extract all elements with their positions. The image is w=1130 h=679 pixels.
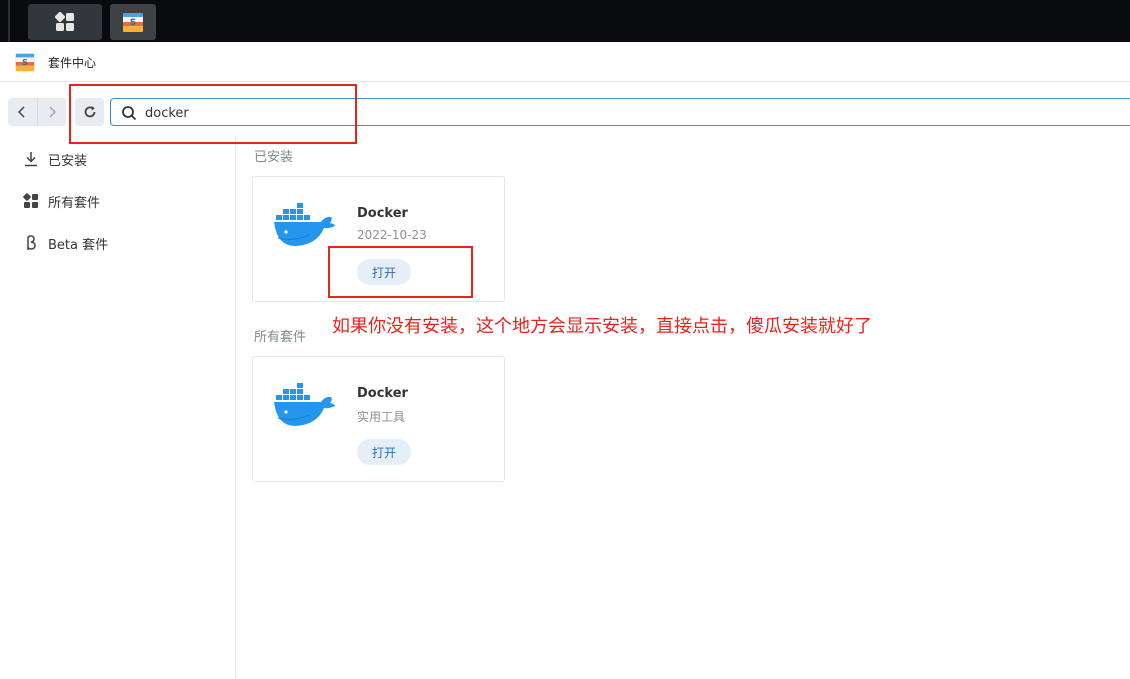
search-icon [122,106,137,121]
open-button[interactable]: 打开 [357,439,411,465]
package-name: Docker [357,386,408,401]
annotation-text: 如果你没有安装，这个地方会显示安装，直接点击，傻瓜安装就好了 [332,316,872,337]
svg-text:S: S [130,18,136,28]
all-packages-section-title: 所有套件 [254,330,307,345]
back-button[interactable] [8,98,37,126]
package-center-icon: S [123,13,143,32]
forward-button[interactable] [38,98,67,126]
sidebar-item-all-packages[interactable]: 所有套件 [22,190,100,212]
taskbar: S [0,0,1130,42]
package-name: Docker [357,206,408,221]
chevron-left-icon [18,106,25,118]
search-box[interactable] [110,98,1130,126]
main-menu-button[interactable] [28,4,102,40]
window-titlebar: S 套件中心 [0,42,1130,82]
sidebar: 已安装 所有套件 Beta 套件 [0,136,236,679]
svg-text:S: S [22,57,28,67]
grid-icon [22,192,40,210]
package-center-icon: S [15,53,35,72]
beta-icon [22,234,40,252]
package-card-docker[interactable]: Docker 实用工具 打开 [252,356,505,482]
docker-logo-icon [274,203,335,246]
sidebar-item-label: Beta 套件 [48,237,109,253]
docker-logo-icon [274,383,335,426]
chevron-right-icon [49,106,56,118]
refresh-icon [84,106,95,118]
sidebar-item-label: 所有套件 [48,195,101,211]
sidebar-item-label: 已安装 [48,153,88,169]
installed-section-title: 已安装 [254,150,294,165]
taskbar-edge [8,0,10,42]
package-center-taskbar-button[interactable]: S [110,4,156,40]
package-card-docker-installed[interactable]: Docker 2022-10-23 打开 [252,176,505,302]
package-category: 实用工具 [357,410,406,424]
open-button[interactable]: 打开 [357,259,411,285]
nav-buttons [8,98,66,126]
refresh-button[interactable] [75,98,104,126]
download-icon [22,150,40,168]
window-title: 套件中心 [48,56,97,70]
sidebar-item-installed[interactable]: 已安装 [22,148,87,170]
sidebar-item-beta[interactable]: Beta 套件 [22,232,108,254]
search-input[interactable] [145,103,745,123]
package-install-date: 2022-10-23 [357,228,427,242]
apps-grid-icon [55,12,74,31]
